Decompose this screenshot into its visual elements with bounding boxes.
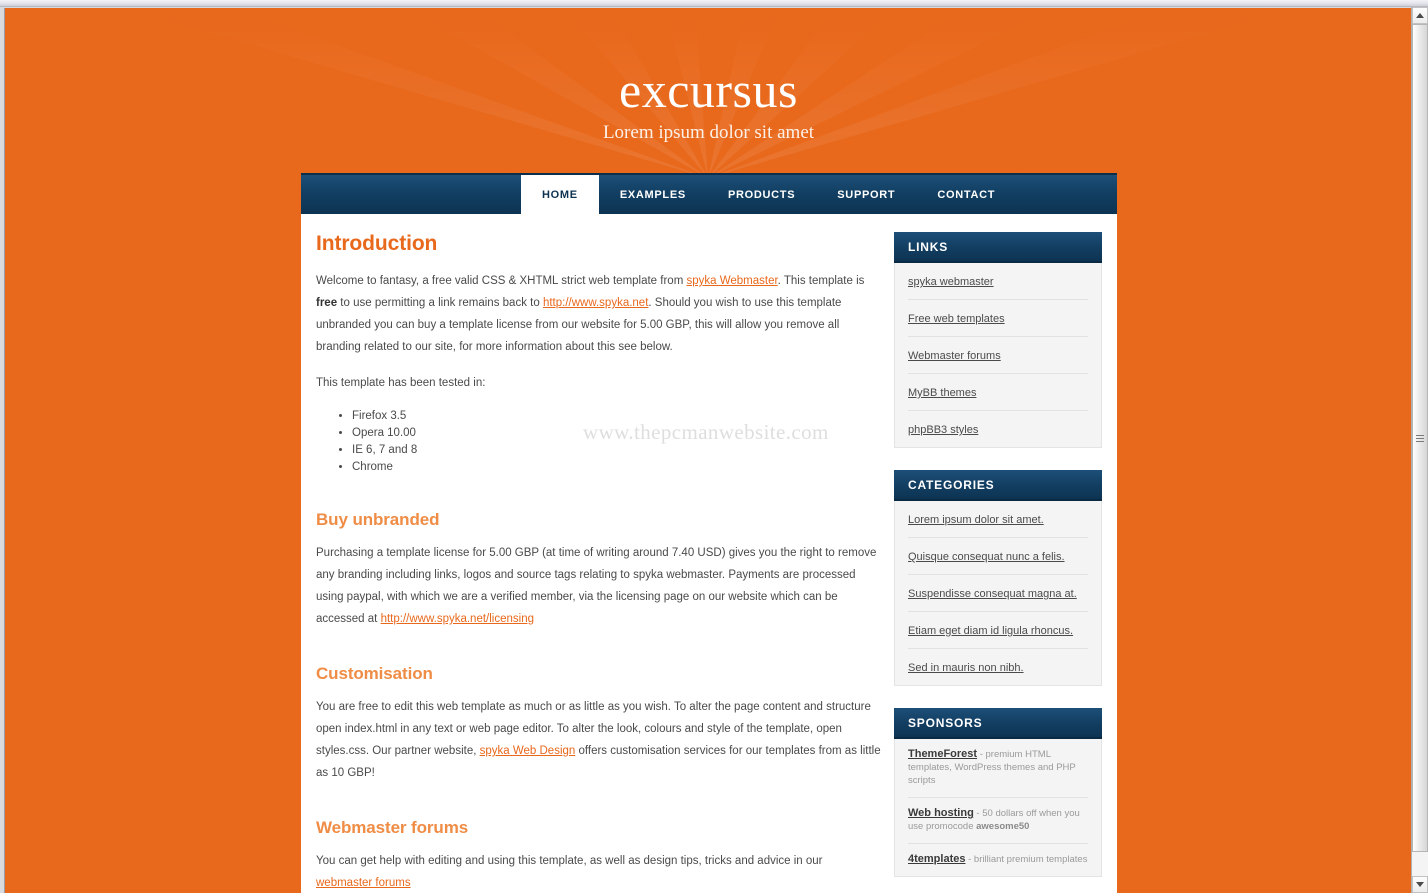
panel-sponsors-body: ThemeForest - premium HTML templates, Wo… (894, 739, 1102, 877)
panel-links-title: LINKS (894, 232, 1102, 263)
nav-left-spacer (301, 175, 521, 214)
intro-bold-free: free (316, 297, 338, 309)
buy-paragraph: Purchasing a template license for 5.00 G… (316, 542, 881, 630)
sidebar: LINKS spyka webmaster Free web templates W… (894, 214, 1102, 893)
browser-window: excursus Lorem ipsum dolor sit amet HOME… (0, 0, 1428, 893)
nav-item-contact[interactable]: CONTACT (916, 175, 1016, 214)
list-item: Quisque consequat nunc a felis. (908, 538, 1088, 575)
browser-list-item: IE 6, 7 and 8 (352, 442, 881, 459)
forums-text: You can get help with editing and using … (316, 855, 823, 867)
list-item: Sed in mauris non nibh. (908, 649, 1088, 685)
browser-list: Firefox 3.5Opera 10.00IE 6, 7 and 8Chrom… (316, 408, 881, 476)
intro-text-a: Welcome to fantasy, a free valid CSS & X… (316, 275, 687, 287)
nav-item-examples[interactable]: EXAMPLES (599, 175, 707, 214)
sponsor-item: ThemeForest - premium HTML templates, Wo… (908, 739, 1088, 798)
sidebar-category-2[interactable]: Suspendisse consequat magna at. (908, 588, 1077, 600)
sidebar-link-1[interactable]: Free web templates (908, 313, 1005, 325)
header-text-block: excursus Lorem ipsum dolor sit amet (5, 8, 1411, 145)
link-spyka-webmaster[interactable]: spyka Webmaster (686, 275, 777, 287)
panel-categories-title: CATEGORIES (894, 470, 1102, 501)
main-navigation: HOME EXAMPLES PRODUCTS SUPPORT CONTACT (301, 173, 1117, 214)
list-item: phpBB3 styles (908, 411, 1088, 447)
forums-paragraph: You can get help with editing and using … (316, 850, 881, 893)
list-item: Etiam eget diam id ligula rhoncus. (908, 612, 1088, 649)
list-item: Suspendisse consequat magna at. (908, 575, 1088, 612)
page-body: www.thepcmanwebsite.com Introduction Wel… (301, 214, 1117, 893)
scrollbar-thumb[interactable] (1412, 24, 1428, 852)
sponsor-link-1[interactable]: Web hosting (908, 807, 974, 819)
vertical-scrollbar[interactable] (1411, 7, 1428, 893)
panel-sponsors-title: SPONSORS (894, 708, 1102, 739)
nav-item-products[interactable]: PRODUCTS (707, 175, 816, 214)
sidebar-category-0[interactable]: Lorem ipsum dolor sit amet. (908, 514, 1044, 526)
site-title: excursus (619, 62, 798, 118)
triangle-up-icon (1416, 13, 1424, 18)
sidebar-link-2[interactable]: Webmaster forums (908, 350, 1001, 362)
heading-buy-unbranded: Buy unbranded (316, 510, 440, 529)
intro-text-c: to use permitting a link remains back to (337, 297, 543, 309)
scrollbar-track[interactable] (1412, 24, 1428, 876)
sidebar-category-4[interactable]: Sed in mauris non nibh. (908, 662, 1024, 674)
scrollbar-down-button[interactable] (1412, 876, 1428, 893)
sponsor-link-2[interactable]: 4templates (908, 853, 965, 865)
sponsor-link-0[interactable]: ThemeForest (908, 748, 977, 760)
sponsor-item: 4templates - brilliant premium templates (908, 844, 1088, 876)
scrollbar-grip-icon (1416, 434, 1424, 442)
main-content: www.thepcmanwebsite.com Introduction Wel… (301, 214, 881, 893)
sidebar-link-4[interactable]: phpBB3 styles (908, 424, 978, 436)
heading-introduction: Introduction (316, 232, 438, 255)
list-item: MyBB themes (908, 374, 1088, 411)
link-spyka-web-design[interactable]: spyka Web Design (480, 745, 576, 757)
tested-in-paragraph: This template has been tested in: (316, 377, 486, 389)
panel-categories: CATEGORIES Lorem ipsum dolor sit amet. Qu… (894, 470, 1102, 686)
link-spyka-net[interactable]: http://www.spyka.net (543, 297, 648, 309)
browser-list-item: Chrome (352, 459, 881, 476)
nav-item-support[interactable]: SUPPORT (816, 175, 916, 214)
page-shell: HOME EXAMPLES PRODUCTS SUPPORT CONTACT w… (301, 173, 1117, 893)
customisation-paragraph: You are free to edit this web template a… (316, 696, 881, 784)
intro-paragraph: Welcome to fantasy, a free valid CSS & X… (316, 270, 881, 358)
sidebar-category-1[interactable]: Quisque consequat nunc a felis. (908, 551, 1065, 563)
list-item: Webmaster forums (908, 337, 1088, 374)
scrollbar-up-button[interactable] (1412, 7, 1428, 24)
browser-list-item: Opera 10.00 (352, 425, 881, 442)
panel-categories-body: Lorem ipsum dolor sit amet. Quisque conse… (894, 501, 1102, 686)
panel-sponsors: SPONSORS ThemeForest - premium HTML temp… (894, 708, 1102, 877)
list-item: Free web templates (908, 300, 1088, 337)
nav-item-home[interactable]: HOME (521, 175, 599, 214)
browser-list-item: Firefox 3.5 (352, 408, 881, 425)
sponsor-promocode-1: awesome50 (976, 821, 1030, 832)
sponsor-desc-2: - brilliant premium templates (965, 854, 1088, 865)
sidebar-category-3[interactable]: Etiam eget diam id ligula rhoncus. (908, 625, 1073, 637)
sponsor-item: Web hosting - 50 dollars off when you us… (908, 798, 1088, 844)
browser-chrome-top-strip (0, 0, 1428, 7)
heading-webmaster-forums: Webmaster forums (316, 818, 469, 837)
sidebar-link-0[interactable]: spyka webmaster (908, 276, 994, 288)
triangle-down-icon (1416, 882, 1424, 887)
heading-customisation: Customisation (316, 664, 433, 683)
page-viewport: excursus Lorem ipsum dolor sit amet HOME… (4, 8, 1411, 893)
link-webmaster-forums[interactable]: webmaster forums (316, 877, 411, 889)
intro-text-b: . This template is (777, 275, 865, 287)
site-header: excursus Lorem ipsum dolor sit amet (5, 8, 1411, 173)
panel-links-body: spyka webmaster Free web templates Webmast… (894, 263, 1102, 448)
list-item: Lorem ipsum dolor sit amet. (908, 501, 1088, 538)
sidebar-link-3[interactable]: MyBB themes (908, 387, 976, 399)
list-item: spyka webmaster (908, 263, 1088, 300)
panel-links: LINKS spyka webmaster Free web templates W… (894, 232, 1102, 448)
link-spyka-licensing[interactable]: http://www.spyka.net/licensing (381, 613, 534, 625)
site-tagline: Lorem ipsum dolor sit amet (602, 122, 815, 143)
